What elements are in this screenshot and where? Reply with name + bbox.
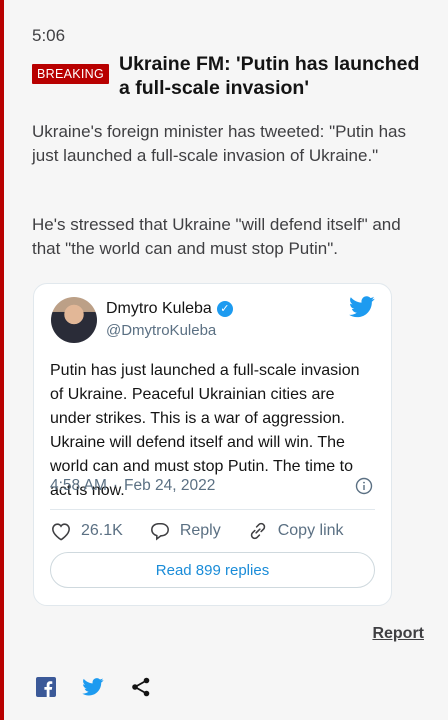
avatar[interactable] [51, 297, 97, 343]
post-time: 5:06 [32, 26, 66, 45]
like-count: 26.1K [81, 522, 123, 539]
meta-separator: · [112, 477, 119, 494]
tweet-date[interactable]: Feb 24, 2022 [124, 477, 215, 495]
heart-icon [52, 523, 70, 541]
live-post-accent-bar [0, 0, 4, 720]
post-headline: Ukraine FM: 'Putin has launched a full-s… [119, 53, 420, 99]
reply-bubble-icon [150, 522, 169, 541]
reply-button[interactable]: Reply [149, 521, 221, 541]
tweet-author[interactable]: Dmytro Kuleba ✓ @DmytroKuleba [106, 300, 233, 339]
link-icon [250, 522, 265, 540]
like-button[interactable]: 26.1K [50, 521, 123, 541]
info-icon[interactable] [355, 477, 373, 500]
tweet-time[interactable]: 4:58 AM [50, 477, 107, 495]
share-icon[interactable] [130, 676, 152, 698]
breaking-badge: BREAKING [32, 64, 109, 84]
tweet-divider [50, 509, 375, 510]
author-handle[interactable]: @DmytroKuleba [106, 322, 233, 339]
tweet-actions: 26.1K Reply Copy link [50, 520, 375, 542]
report-link[interactable]: Report [372, 625, 424, 643]
verified-icon: ✓ [216, 301, 233, 317]
facebook-icon[interactable] [36, 677, 56, 697]
author-name[interactable]: Dmytro Kuleba [106, 300, 212, 318]
copy-link-label: Copy link [277, 522, 344, 539]
twitter-icon[interactable] [82, 678, 104, 696]
read-replies-button[interactable]: Read 899 replies [50, 552, 375, 588]
twitter-bird-icon[interactable] [349, 296, 375, 323]
tweet-meta: 4:58 AM · Feb 24, 2022 [50, 477, 375, 495]
reply-label: Reply [179, 522, 221, 539]
share-bar [36, 676, 178, 698]
post-paragraph-1: Ukraine's foreign minister has tweeted: … [32, 122, 407, 165]
post-paragraph-2: He's stressed that Ukraine "will defend … [32, 215, 401, 258]
copy-link-button[interactable]: Copy link [247, 520, 344, 542]
headline-row: BREAKING Ukraine FM: 'Putin has launched… [32, 52, 424, 100]
embedded-tweet[interactable]: Dmytro Kuleba ✓ @DmytroKuleba Putin has … [33, 283, 392, 606]
